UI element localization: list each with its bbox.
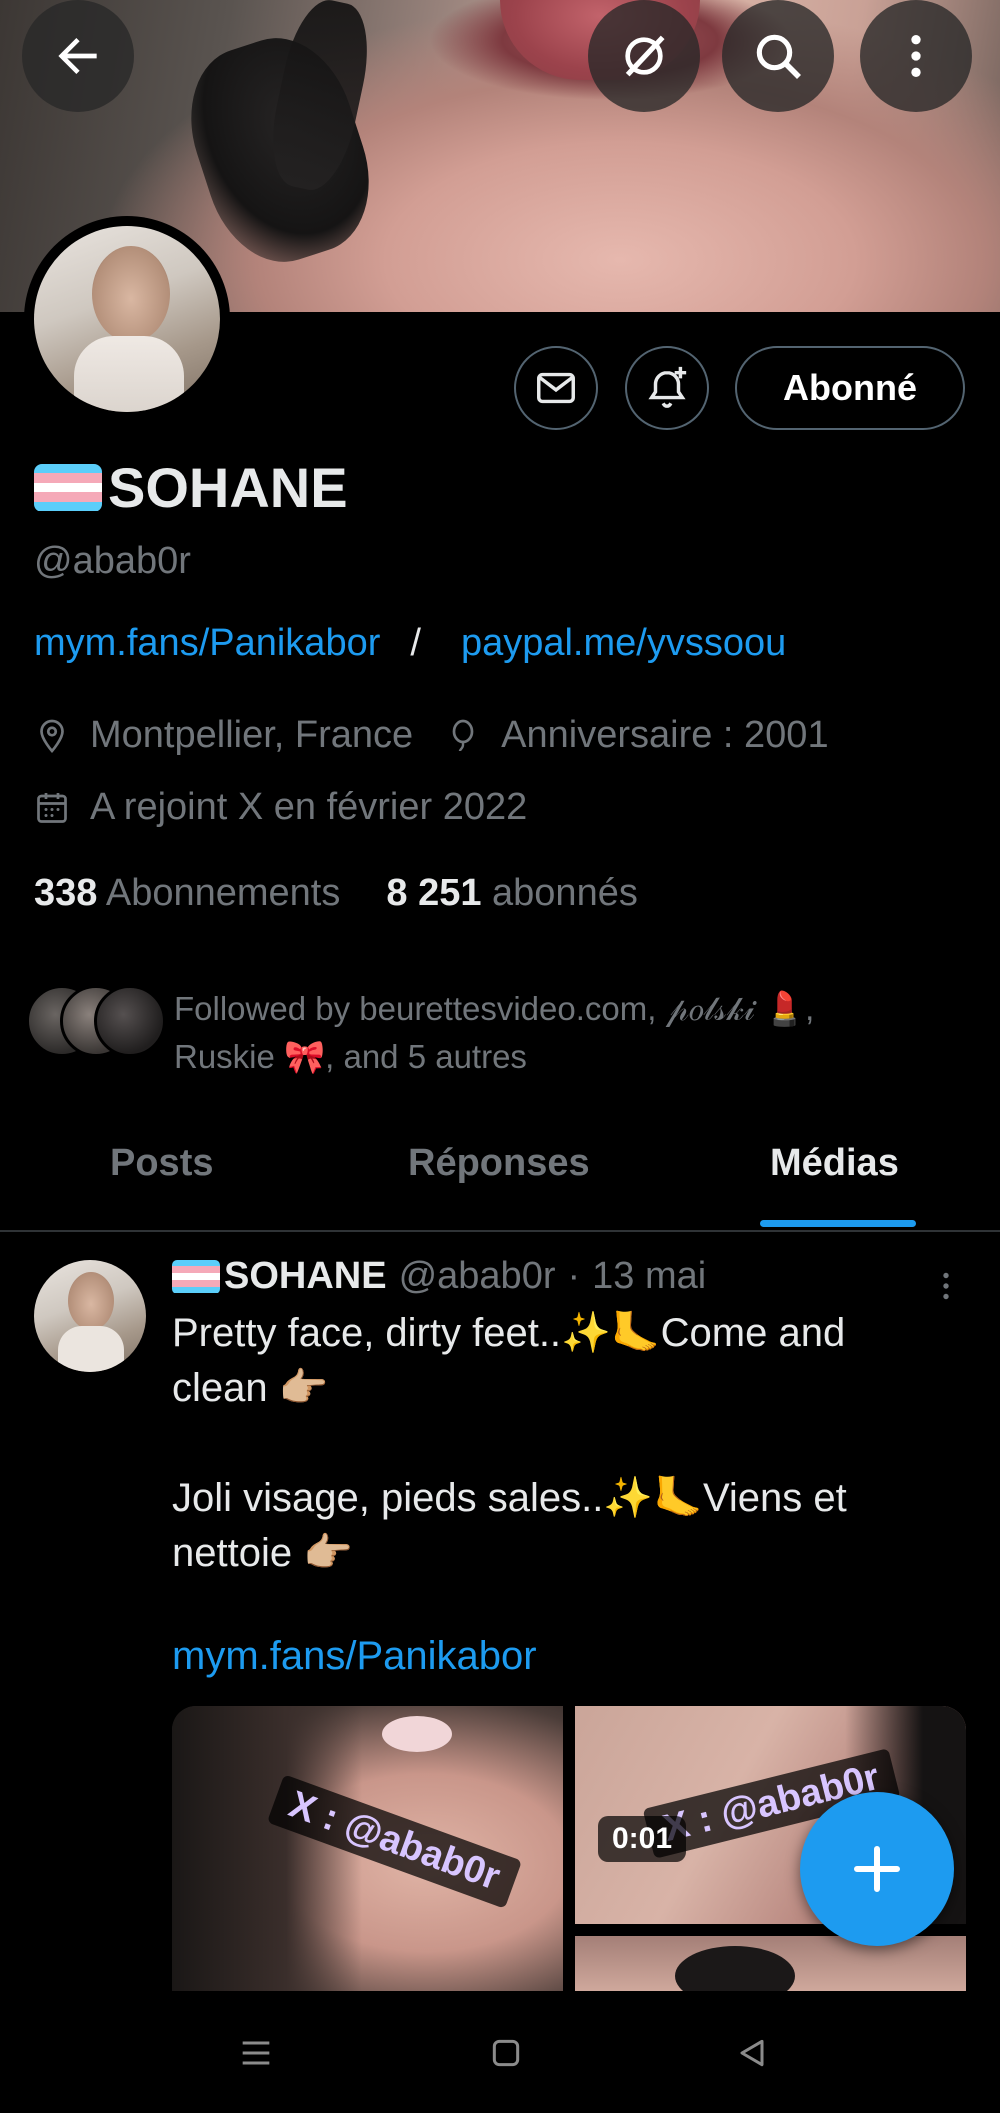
followers-label: abonnés — [492, 872, 638, 914]
video-duration-badge: 0:01 — [598, 1816, 687, 1862]
avatar-body — [58, 1326, 124, 1372]
followed-by-row[interactable]: Followed by beurettesvideo.com, 𝓅𝑜𝓁𝓈𝓀𝒾 💄… — [26, 985, 874, 1081]
profile-tabs: Posts Réponses Médias — [0, 1110, 1000, 1232]
square-icon — [492, 2039, 520, 2067]
media-hair — [675, 1946, 795, 1991]
following-label: Abonnements — [105, 872, 341, 914]
calendar-icon — [37, 792, 67, 823]
system-navigation-bar — [0, 1991, 1000, 2113]
menu-lines-icon — [242, 2041, 270, 2065]
bio-link-paypal[interactable]: paypal.me/yvssoou — [461, 622, 786, 665]
following-button[interactable]: Abonné — [735, 346, 965, 430]
post-link[interactable]: mym.fans/Panikabor — [172, 1634, 537, 1679]
home-button[interactable] — [478, 2025, 534, 2081]
profile-display-name: SOHANE — [34, 455, 348, 520]
joined-row: A rejoint X en février 2022 — [34, 786, 527, 829]
joined-text: A rejoint X en février 2022 — [90, 786, 528, 828]
post-text-line: Pretty face, dirty feet..✨🦶Come and — [172, 1311, 846, 1355]
followed-by-line-1: Followed by beurettesvideo.com, 𝓅𝑜𝓁𝓈𝓀𝒾 💄… — [174, 990, 815, 1027]
message-button[interactable] — [514, 346, 598, 430]
recent-apps-button[interactable] — [228, 2025, 284, 2081]
bio-links: mym.fans/Panikabor / paypal.me/yvssoou — [34, 622, 786, 665]
hair-bow — [382, 1716, 452, 1752]
followed-by-line-2: Ruskie 🎀, and 5 autres — [174, 1038, 527, 1075]
compose-post-button[interactable] — [800, 1792, 954, 1946]
following-link[interactable]: 338 Abonnements — [34, 872, 340, 915]
following-count: 338 — [34, 872, 98, 914]
search-icon — [756, 34, 801, 79]
avatar-face — [68, 1272, 114, 1330]
mail-icon — [537, 372, 575, 404]
bell-plus-icon — [648, 366, 687, 408]
post-separator: · — [567, 1255, 581, 1297]
location-row: Montpellier, France Anniversaire : 2001 — [34, 714, 829, 757]
post-media-image[interactable]: X : @abab0r — [172, 1706, 563, 1991]
tab-replies[interactable]: Réponses — [408, 1142, 590, 1185]
trans-flag-icon — [34, 463, 102, 512]
back-nav-button[interactable] — [724, 2025, 780, 2081]
search-button[interactable] — [722, 0, 834, 112]
trans-flag-icon — [172, 1259, 220, 1294]
profile-avatar[interactable] — [34, 226, 220, 412]
followed-by-text: Followed by beurettesvideo.com, 𝓅𝑜𝓁𝓈𝓀𝒾 💄… — [174, 985, 874, 1081]
avatar-face — [92, 246, 170, 342]
follow-counts: 338 Abonnements 8 251 abonnés — [34, 872, 638, 915]
back-button[interactable] — [22, 0, 134, 112]
follower-avatar — [94, 985, 166, 1057]
post-author-handle: @abab0r — [398, 1255, 556, 1297]
post-text-line: nettoie 👉🏼 — [172, 1531, 354, 1575]
tab-posts[interactable]: Posts — [110, 1142, 213, 1185]
post-header: SOHANE @abab0r · 13 mai — [172, 1255, 706, 1298]
post-author-name[interactable]: SOHANE — [172, 1255, 387, 1298]
more-vertical-icon — [943, 1272, 949, 1300]
post-text: Pretty face, dirty feet..✨🦶Come and clea… — [172, 1306, 952, 1581]
location-pin-icon — [40, 719, 64, 753]
avatar-body — [74, 336, 184, 412]
followers-count: 8 251 — [386, 872, 482, 914]
plus-icon — [854, 1846, 900, 1892]
tab-media[interactable]: Médias — [770, 1142, 899, 1185]
location-text: Montpellier, France — [90, 714, 414, 756]
post-text-line: clean 👉🏼 — [172, 1366, 329, 1410]
profile-handle: @abab0r — [34, 540, 191, 582]
notifications-button[interactable] — [625, 346, 709, 430]
media-shadow — [172, 1706, 362, 1991]
arrow-left-icon — [58, 38, 97, 74]
balloon-icon — [452, 719, 474, 751]
triangle-back-icon — [740, 2039, 764, 2067]
post-text-line: Joli visage, pieds sales..✨🦶Viens et — [172, 1476, 847, 1520]
birthday-text: Anniversaire : 2001 — [501, 714, 829, 756]
more-options-button[interactable] — [860, 0, 972, 112]
post-media-image-2[interactable] — [575, 1936, 966, 1991]
active-tab-indicator — [760, 1220, 916, 1227]
bio-link-mym[interactable]: mym.fans/Panikabor — [34, 622, 380, 665]
more-vertical-icon — [911, 35, 921, 77]
grok-icon — [625, 35, 665, 77]
grok-button[interactable] — [588, 0, 700, 112]
followers-link[interactable]: 8 251 abonnés — [386, 872, 637, 915]
display-name-text: SOHANE — [108, 456, 348, 519]
post-author-avatar[interactable] — [34, 1260, 146, 1372]
followed-by-avatars — [26, 985, 166, 1057]
link-separator: / — [410, 622, 421, 664]
post-author-name-text: SOHANE — [224, 1255, 387, 1297]
post-date[interactable]: 13 mai — [592, 1255, 706, 1298]
